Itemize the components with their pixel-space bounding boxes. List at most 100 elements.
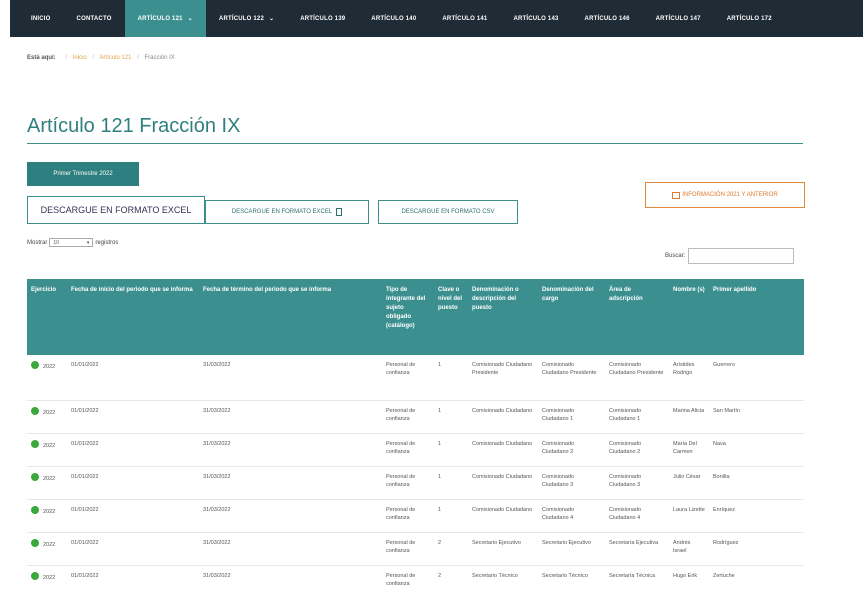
table-cell: Secretario Ejecutivo bbox=[538, 532, 605, 566]
length-prefix: Mostrar bbox=[27, 239, 48, 246]
column-header[interactable]: Denominación del cargo bbox=[538, 279, 605, 355]
column-header[interactable]: Primer apellido bbox=[709, 279, 804, 355]
nav-item[interactable]: ARTÍCULO 143 bbox=[500, 0, 571, 37]
table-row: 2022 01/01/2022 31/03/2022 Personal de conf… bbox=[27, 400, 804, 434]
table-cell: 01/01/2022 bbox=[67, 466, 199, 500]
table-cell: 01/01/2022 bbox=[67, 532, 199, 566]
expand-row-icon[interactable] bbox=[31, 439, 39, 448]
expand-row-icon[interactable] bbox=[31, 361, 39, 369]
table-cell: San Martín bbox=[709, 400, 804, 434]
table-cell: 01/01/2022 bbox=[67, 400, 199, 434]
table-cell: Comisionado Ciudadano 2 bbox=[605, 433, 669, 467]
nav-item[interactable]: ARTÍCULO 172 bbox=[714, 0, 785, 37]
tab-primer-trimestre[interactable]: Primer Trimestre 2022 bbox=[27, 162, 139, 186]
column-header[interactable]: Fecha de término del periodo que se info… bbox=[199, 279, 382, 355]
table-cell: 2 bbox=[434, 532, 468, 566]
chevron-down-icon: ⌄ bbox=[268, 16, 275, 22]
cell-value: 2022 bbox=[43, 364, 56, 370]
column-header[interactable]: Clave o nivel del puesto bbox=[434, 279, 468, 355]
nav-item-label: INICIO bbox=[31, 15, 51, 22]
cell-value: 31/03/2022 bbox=[203, 440, 231, 447]
table-cell: Enríquez bbox=[709, 499, 804, 533]
nav-item[interactable]: INICIO bbox=[18, 0, 64, 37]
expand-row-icon[interactable] bbox=[31, 505, 39, 514]
cell-value: Personal de confianza bbox=[386, 539, 416, 554]
nav-item[interactable]: CONTACTO bbox=[64, 0, 125, 37]
cell-value: Guerrero bbox=[713, 362, 736, 368]
table-cell: Secretario Técnico bbox=[538, 565, 605, 597]
column-header[interactable]: Nombre (s) bbox=[669, 279, 709, 355]
calendar-icon bbox=[672, 191, 681, 199]
breadcrumb-article-link[interactable]: Artículo 121 bbox=[99, 55, 131, 61]
table-cell: 31/03/2022 bbox=[199, 433, 382, 467]
nav-item[interactable]: ARTÍCULO 122 ⌄ bbox=[206, 0, 287, 37]
cell-value: Secretario Ejecutivo bbox=[472, 539, 521, 546]
table-cell: Comisionado Ciudadano bbox=[468, 466, 538, 500]
cell-value: Secretario Ejecutivo bbox=[542, 539, 591, 546]
table-cell: Comisionado Ciudadano 4 bbox=[605, 499, 669, 533]
cell-value: Comisionado Ciudadano 3 bbox=[609, 473, 642, 488]
download-csv-button[interactable]: DESCARGUE EN FORMATO CSV bbox=[378, 200, 518, 224]
column-header[interactable]: Tipo de integrante del sujeto obligado (… bbox=[382, 279, 434, 355]
table-cell: Comisionado Ciudadano 1 bbox=[538, 400, 605, 434]
cell-value: 1 bbox=[438, 407, 442, 414]
table-cell: Personal de confianza bbox=[382, 400, 434, 434]
column-header[interactable]: Fecha de inicio del periodo que se infor… bbox=[67, 279, 199, 355]
expand-row-icon[interactable] bbox=[31, 406, 39, 415]
info-2021-button[interactable]: INFORMACIÓN 2021 Y ANTERIOR bbox=[645, 182, 805, 208]
table-cell: Comisionado Ciudadano bbox=[468, 400, 538, 434]
download-excel-button[interactable]: DESCARGUE EN FORMATO EXCEL bbox=[27, 196, 205, 224]
cell-value: Nava bbox=[713, 440, 726, 447]
cell-value: Enríquez bbox=[713, 506, 736, 513]
info-2021-label: INFORMACIÓN 2021 Y ANTERIOR bbox=[682, 192, 778, 198]
download-csv-label: DESCARGUE EN FORMATO CSV bbox=[401, 209, 495, 215]
breadcrumb-home-link[interactable]: Inicio bbox=[73, 55, 87, 61]
nav-item[interactable]: ARTÍCULO 139 bbox=[287, 0, 358, 37]
expand-row-icon[interactable] bbox=[31, 538, 39, 547]
table-cell: 31/03/2022 bbox=[199, 466, 382, 500]
column-header[interactable]: Denominación o descripción del puesto bbox=[468, 279, 538, 355]
table-cell: Personal de confianza bbox=[382, 499, 434, 533]
table-cell: María Del Carmen bbox=[669, 433, 709, 467]
cell-value: 01/01/2022 bbox=[71, 362, 99, 368]
column-header[interactable]: Área de adscripción bbox=[605, 279, 669, 355]
nav-item-label: ARTÍCULO 147 bbox=[655, 15, 701, 22]
table-cell: Julio César bbox=[669, 466, 709, 500]
expand-row-icon[interactable] bbox=[31, 571, 39, 580]
search-label: Buscar: bbox=[665, 253, 686, 259]
table-cell: Nava bbox=[709, 433, 804, 467]
download-excel-label: DESCARGUE EN FORMATO EXCEL bbox=[40, 205, 192, 215]
table-row: 2022 01/01/2022 31/03/2022 Personal de conf… bbox=[27, 355, 804, 401]
search-input[interactable] bbox=[688, 248, 795, 264]
cell-value: 2022 bbox=[43, 475, 56, 482]
cell-value: 01/01/2022 bbox=[71, 506, 99, 513]
page-length-select[interactable]: 10 ▾ bbox=[49, 238, 94, 247]
nav-item-label: ARTÍCULO 122 bbox=[218, 15, 264, 22]
table-cell: Marina Alicia bbox=[669, 400, 709, 434]
cell-value: Personal de confianza bbox=[386, 362, 416, 376]
table-cell: Secretaría Técnica bbox=[605, 565, 669, 597]
cell-value: 31/03/2022 bbox=[203, 407, 231, 414]
nav-item[interactable]: ARTÍCULO 141 bbox=[429, 0, 500, 37]
cell-value: Personal de confianza bbox=[386, 473, 416, 488]
cell-value: 2022 bbox=[43, 442, 56, 449]
nav-item[interactable]: ARTÍCULO 140 bbox=[358, 0, 429, 37]
table-cell: 2022 bbox=[27, 355, 67, 401]
cell-value: 2022 bbox=[43, 409, 56, 416]
expand-row-icon[interactable] bbox=[31, 472, 39, 481]
nav-item[interactable]: ARTÍCULO 147 bbox=[643, 0, 714, 37]
nav-item[interactable]: ARTÍCULO 121 ⌄ bbox=[124, 0, 206, 37]
cell-value: 01/01/2022 bbox=[71, 539, 99, 546]
nav-item[interactable]: ARTÍCULO 146 bbox=[572, 0, 643, 37]
table-cell: Arístides Rodrigo bbox=[669, 355, 709, 401]
table-cell: 1 bbox=[434, 466, 468, 500]
table-cell: Comisionado Ciudadano 1 bbox=[605, 400, 669, 434]
download-excel-alt-button[interactable]: DESCARGUE EN FORMATO EXCEL bbox=[205, 200, 369, 224]
column-header[interactable]: Ejercicio bbox=[27, 279, 67, 355]
table-cell: 01/01/2022 bbox=[67, 433, 199, 467]
table-cell: 01/01/2022 bbox=[67, 355, 199, 401]
table-cell: 2022 bbox=[27, 433, 67, 467]
table-cell: 2022 bbox=[27, 466, 67, 500]
table-cell: 31/03/2022 bbox=[199, 355, 382, 401]
nav-item-label: ARTÍCULO 140 bbox=[371, 15, 417, 22]
